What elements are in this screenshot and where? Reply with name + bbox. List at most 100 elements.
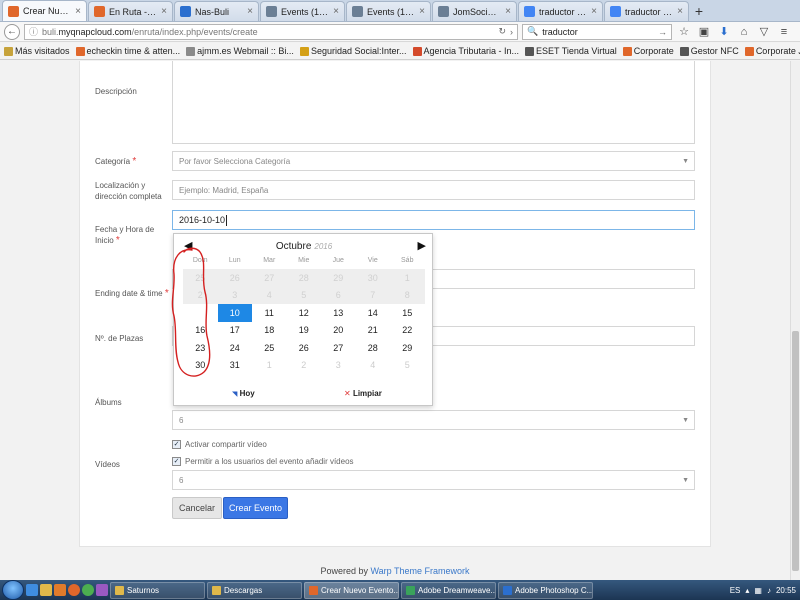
- taskbar-item[interactable]: Adobe Dreamweave...: [401, 581, 496, 599]
- footer-link[interactable]: Warp Theme Framework: [371, 566, 470, 576]
- calendar-day[interactable]: 17: [218, 322, 253, 340]
- calendar-day[interactable]: 28: [356, 339, 391, 357]
- search-go-icon[interactable]: →: [658, 27, 667, 37]
- browser-tab[interactable]: traductor - Busc... ×: [518, 1, 603, 21]
- bookmark-item[interactable]: Corporate Joomla tem...: [744, 46, 800, 56]
- fecha-input[interactable]: 2016-10-10: [172, 210, 695, 230]
- dropdown-arrow-icon[interactable]: ›: [510, 27, 513, 37]
- close-icon[interactable]: ×: [161, 6, 167, 17]
- next-month-icon[interactable]: ▶: [418, 239, 426, 252]
- browser-tab[interactable]: Crear Nuevo ... ×: [2, 0, 87, 21]
- taskbar-item[interactable]: Adobe Photoshop C...: [498, 581, 593, 599]
- bookmark-item[interactable]: Gestor NFC: [679, 46, 739, 56]
- page-scrollbar[interactable]: [790, 61, 800, 580]
- weekday-label: Jue: [332, 257, 344, 264]
- clock[interactable]: 20:55: [776, 586, 796, 595]
- network-icon[interactable]: ▦: [754, 586, 762, 595]
- media-icon[interactable]: [54, 584, 66, 596]
- start-button[interactable]: [2, 580, 24, 600]
- menu-icon[interactable]: ≡: [776, 24, 792, 40]
- calendar-day[interactable]: 1: [252, 357, 287, 375]
- bookmark-item[interactable]: Corporate: [622, 46, 674, 56]
- calendar-day[interactable]: 16: [183, 322, 218, 340]
- bookmark-item[interactable]: Más visitados: [4, 46, 70, 56]
- calendar-day[interactable]: 2: [287, 357, 322, 375]
- browser-tab[interactable]: JomSocial Supp... ×: [432, 1, 517, 21]
- close-icon[interactable]: ×: [75, 6, 81, 17]
- calendar-day[interactable]: 12: [287, 304, 322, 322]
- search-bar[interactable]: 🔍 traductor →: [522, 23, 672, 40]
- star-icon[interactable]: ☆: [676, 24, 692, 40]
- bookmark-item[interactable]: Agencia Tributaria - In...: [412, 46, 519, 56]
- albums-select[interactable]: 6 ▼: [172, 410, 695, 430]
- bookmark-item[interactable]: echeckin time & atten...: [75, 46, 180, 56]
- ie-icon[interactable]: [26, 584, 38, 596]
- folder-icon[interactable]: [40, 584, 52, 596]
- descripcion-textarea[interactable]: [172, 61, 695, 144]
- close-icon[interactable]: ×: [247, 6, 253, 17]
- download-icon[interactable]: ⬇: [716, 24, 732, 40]
- videos-allow-checkbox[interactable]: ✓ Permitir a los usuarios del evento aña…: [172, 457, 354, 466]
- close-icon[interactable]: ×: [419, 6, 425, 17]
- firefox-icon[interactable]: [68, 584, 80, 596]
- calendar-day[interactable]: 3: [321, 357, 356, 375]
- browser-tab[interactable]: Events (1/1) - Jo...×: [260, 1, 345, 21]
- bookmark-item[interactable]: Seguridad Social:Inter...: [299, 46, 407, 56]
- browser-tab[interactable]: Events (1/1) - Jo...×: [346, 1, 431, 21]
- app-icon[interactable]: [96, 584, 108, 596]
- volume-icon[interactable]: ♪: [767, 586, 771, 595]
- today-button[interactable]: ◥ Hoy: [232, 389, 255, 398]
- calendar-day[interactable]: 13: [321, 304, 356, 322]
- calendar-day[interactable]: 27: [321, 339, 356, 357]
- calendar-day[interactable]: 31: [218, 357, 253, 375]
- calendar-day-selected[interactable]: 10: [217, 304, 252, 322]
- bookmark-favicon-icon: [299, 46, 309, 56]
- chrome-icon[interactable]: [82, 584, 94, 596]
- calendar-day[interactable]: 14: [356, 304, 391, 322]
- home-icon[interactable]: ⌂: [736, 24, 752, 40]
- pocket-icon[interactable]: ▽: [756, 24, 772, 40]
- calendar-day[interactable]: 25: [252, 339, 287, 357]
- videos-share-checkbox[interactable]: ✓ Activar compartir vídeo: [172, 440, 267, 449]
- clipboard-icon[interactable]: ▣: [696, 24, 712, 40]
- clear-button[interactable]: ✕ Limpiar: [344, 389, 382, 398]
- calendar-day[interactable]: 21: [356, 322, 391, 340]
- browser-tab[interactable]: traductor - Busc... ×: [604, 1, 689, 21]
- language-indicator[interactable]: ES: [730, 586, 741, 595]
- back-button[interactable]: ←: [4, 23, 20, 40]
- calendar-day[interactable]: 11: [252, 304, 287, 322]
- create-event-button[interactable]: Crear Evento: [223, 497, 288, 519]
- taskbar-item[interactable]: Saturnos: [110, 581, 205, 599]
- videos-select[interactable]: 6 ▼: [172, 470, 695, 490]
- taskbar-item[interactable]: Descargas: [207, 581, 302, 599]
- bookmark-item[interactable]: ajmm.es Webmail :: Bi...: [186, 46, 294, 56]
- calendar-day[interactable]: 15: [390, 304, 425, 322]
- calendar-day[interactable]: 26: [287, 339, 322, 357]
- close-icon[interactable]: ×: [591, 6, 597, 17]
- localizacion-input[interactable]: Ejemplo: Madrid, España: [172, 180, 695, 200]
- calendar-day[interactable]: 23: [183, 339, 218, 357]
- close-icon[interactable]: ×: [505, 6, 511, 17]
- browser-tab[interactable]: En Ruta - Admin... ×: [88, 1, 173, 21]
- calendar-day[interactable]: 22: [390, 322, 425, 340]
- calendar-day[interactable]: 4: [356, 357, 391, 375]
- tray-arrow-icon[interactable]: ▴: [745, 586, 749, 595]
- browser-tab[interactable]: Nas-Buli ×: [174, 1, 259, 21]
- address-bar[interactable]: ⓘ buli.myqnapcloud.com/enruta/index.php/…: [24, 23, 518, 40]
- calendar-day[interactable]: 20: [321, 322, 356, 340]
- calendar-day[interactable]: 24: [218, 339, 253, 357]
- categoria-select[interactable]: Por favor Selecciona Categoría ▼: [172, 151, 695, 171]
- close-icon[interactable]: ×: [677, 6, 683, 17]
- calendar-day[interactable]: 19: [287, 322, 322, 340]
- close-icon[interactable]: ×: [333, 6, 339, 17]
- bookmark-item[interactable]: ESET Tienda Virtual: [525, 46, 617, 56]
- cancel-button[interactable]: Cancelar: [172, 497, 222, 519]
- calendar-day[interactable]: 5: [390, 357, 425, 375]
- calendar-day[interactable]: 30: [183, 357, 218, 375]
- taskbar-item[interactable]: Crear Nuevo Evento...: [304, 581, 399, 599]
- scrollbar-thumb[interactable]: [792, 331, 799, 571]
- calendar-day[interactable]: 18: [252, 322, 287, 340]
- new-tab-button[interactable]: +: [690, 1, 708, 21]
- calendar-day[interactable]: 29: [390, 339, 425, 357]
- reload-icon[interactable]: ↻: [498, 26, 506, 37]
